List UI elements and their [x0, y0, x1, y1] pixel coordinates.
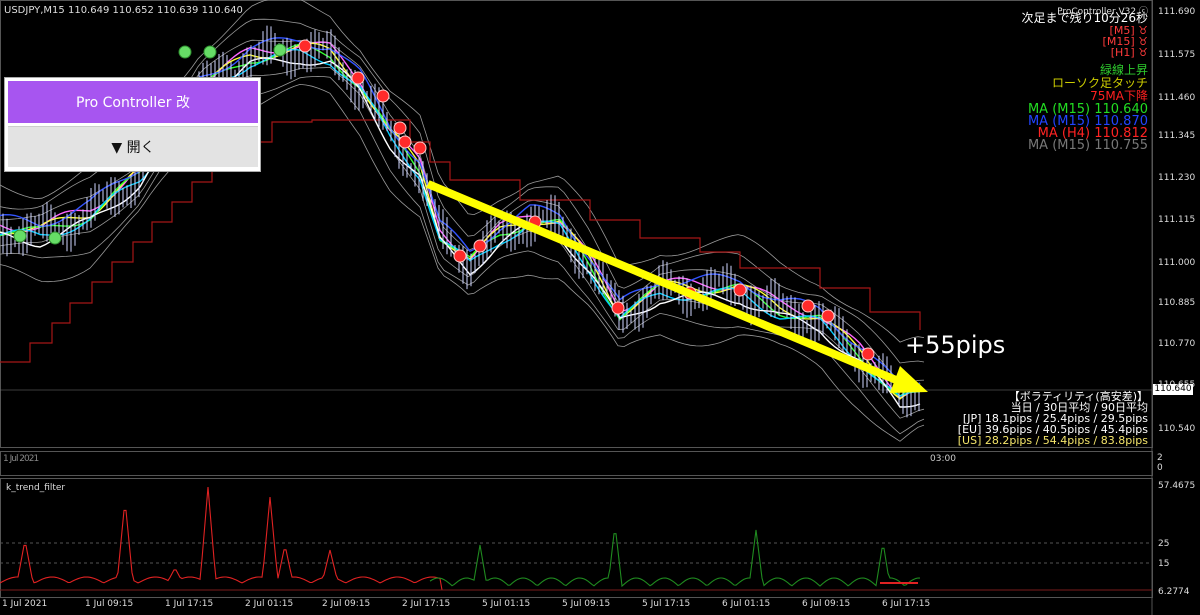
price-tick: 111.345 — [1158, 131, 1196, 141]
timeframe-signals: [M5] ♉ [M15] ♉ [H1] ♉ — [1103, 25, 1148, 58]
time-tick: 1 Jul 09:15 — [85, 599, 134, 609]
sell-signal-marker — [861, 347, 875, 361]
buy-signal-marker — [13, 229, 27, 243]
trend-filter-green-line — [429, 529, 921, 588]
time-tick: 6 Jul 17:15 — [882, 599, 931, 609]
pips-annotation: +55pips — [905, 331, 1006, 359]
price-tick: 110.885 — [1158, 298, 1196, 308]
buy-signal-marker — [178, 45, 192, 59]
time-tick: 2 Jul 01:15 — [245, 599, 294, 609]
separator-window — [0, 451, 1153, 476]
pro-controller-title-button[interactable]: Pro Controller 改 — [8, 81, 258, 123]
price-tick: 111.460 — [1158, 93, 1196, 103]
sell-signal-marker — [453, 249, 467, 263]
trend-arrow-line[interactable] — [426, 180, 910, 389]
separator-tick: 2 — [1157, 453, 1163, 463]
sell-signal-marker — [821, 309, 835, 323]
ma-value-list: MA (M15) 110.640 MA (M15) 110.870 MA (H4) … — [1027, 103, 1148, 153]
sell-signal-marker — [733, 283, 747, 297]
time-tick: 5 Jul 09:15 — [562, 599, 611, 609]
indicator-tick: 25 — [1158, 539, 1170, 549]
sell-signal-marker — [393, 121, 407, 135]
trend-filter-red-line — [0, 486, 920, 591]
time-tick: 5 Jul 01:15 — [482, 599, 531, 609]
sell-signal-marker — [413, 141, 427, 155]
compressed-time-strip: 1 Jul 2021 — [3, 453, 39, 465]
time-tick: 2 Jul 09:15 — [322, 599, 371, 609]
time-tick: 5 Jul 17:15 — [642, 599, 691, 609]
sell-signal-marker — [351, 71, 365, 85]
volatility-panel: 【ボラティリティ(高安差)】 当日 / 30日平均 / 90日平均 [JP] 1… — [958, 391, 1148, 446]
ohlc-label: 110.649 110.652 110.639 110.640 — [67, 5, 243, 16]
timeframe-label: [H1] — [1110, 46, 1139, 59]
indicator-tick: 15 — [1158, 559, 1170, 569]
bull-icon: ♉ — [1138, 46, 1148, 59]
volatility-row: [US] 28.2pips / 54.4pips / 83.8pips — [957, 434, 1148, 447]
ma-value: MA (M15) 110.755 — [1027, 138, 1148, 153]
sell-signal-marker — [611, 301, 625, 315]
indicator-tick: 6.2774 — [1158, 587, 1190, 597]
sell-signal-marker — [376, 89, 390, 103]
pro-controller-panel: Pro Controller 改 ▼ 開く — [4, 77, 261, 172]
price-tick: 111.575 — [1158, 50, 1196, 60]
compressed-time-text: 1 Jul 2021 — [3, 454, 39, 464]
bollinger-envelopes — [0, 0, 925, 442]
sell-signal-marker — [398, 135, 412, 149]
price-tick: 111.000 — [1158, 258, 1196, 268]
open-panel-button[interactable]: ▼ 開く — [8, 126, 258, 167]
time-tick: 1 Jul 2021 — [2, 599, 48, 609]
time-tick: 1 Jul 17:15 — [165, 599, 214, 609]
main-chart-frame — [0, 0, 1153, 448]
sell-signal-marker — [298, 39, 312, 53]
indicator-name: k_trend_filter — [6, 483, 66, 493]
symbol-label: USDJPY,M15 — [4, 5, 65, 16]
symbol-header: USDJPY,M15 110.649 110.652 110.639 110.6… — [4, 5, 243, 17]
time-tick: 2 Jul 17:15 — [402, 599, 451, 609]
time-label-overlap: 03:00 — [930, 454, 956, 464]
price-tick: 110.770 — [1158, 339, 1196, 349]
indicator-tick: 57.4675 — [1158, 481, 1196, 491]
price-tick: 110.540 — [1158, 424, 1196, 434]
time-tick: 6 Jul 01:15 — [722, 599, 771, 609]
buy-signal-marker — [273, 43, 287, 57]
price-tick: 111.690 — [1158, 7, 1196, 17]
timeframe-signal: [H1] ♉ — [1103, 47, 1148, 58]
time-tick: 6 Jul 09:15 — [802, 599, 851, 609]
price-tick: 111.115 — [1158, 215, 1196, 225]
buy-signal-marker — [203, 45, 217, 59]
sell-signal-marker — [801, 299, 815, 313]
separator-scale: 2 0 — [1157, 453, 1163, 473]
signal-list: 緑線上昇 ローソク足タッチ 75MA下降 — [1052, 64, 1148, 103]
trend-arrow-head — [890, 366, 928, 393]
current-price-tag: 110.640 — [1153, 384, 1193, 395]
price-tick: 111.230 — [1158, 173, 1196, 183]
buy-signal-marker — [48, 231, 62, 245]
indicator-window — [0, 478, 1153, 598]
separator-tick: 0 — [1157, 463, 1163, 473]
sell-signal-marker — [473, 239, 487, 253]
